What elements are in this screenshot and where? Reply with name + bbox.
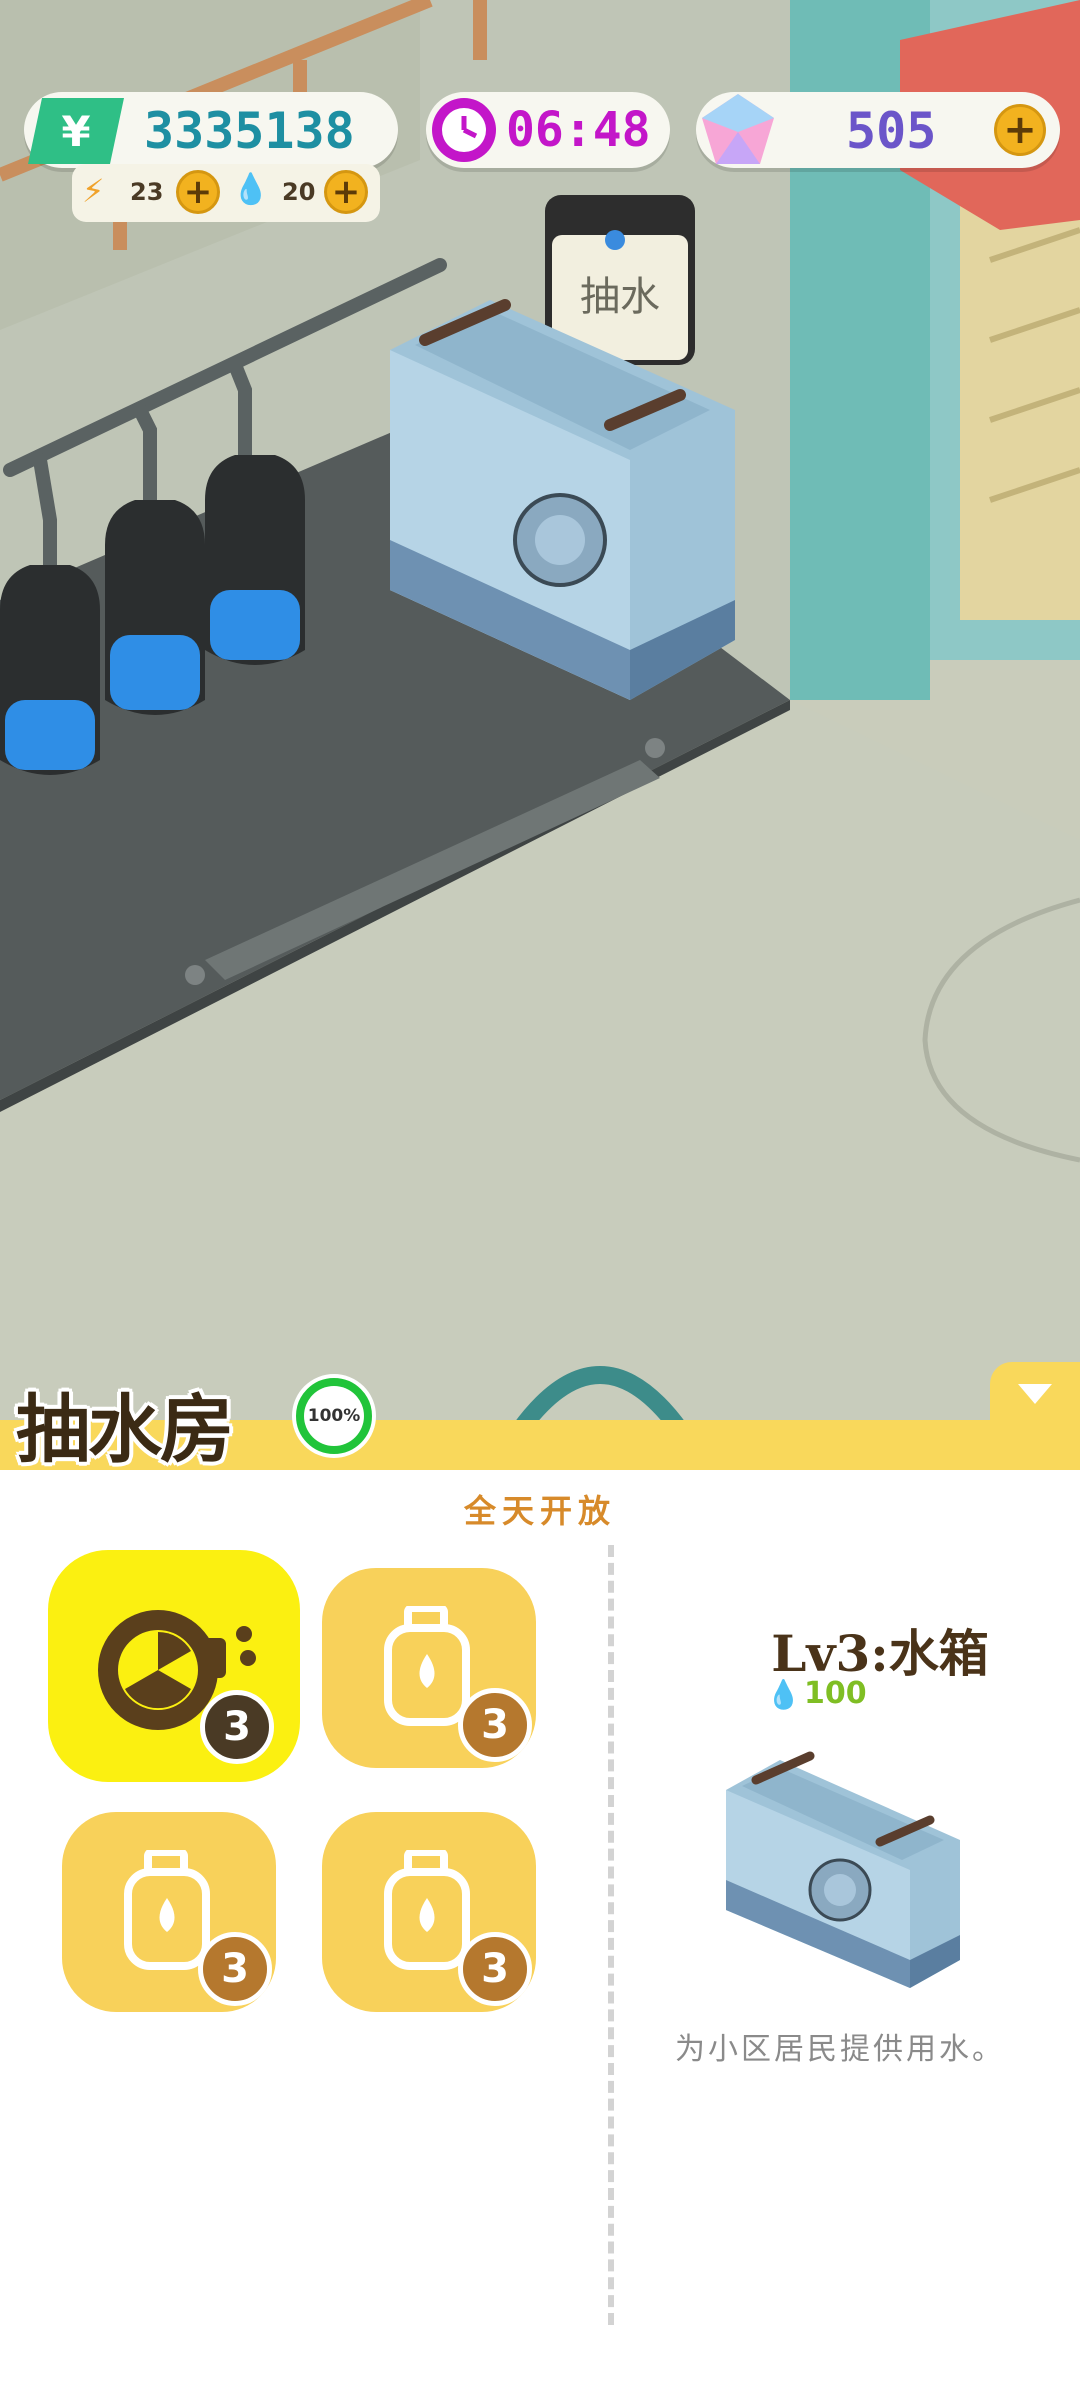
item-level-name: Lv3:水箱 xyxy=(771,1624,989,1683)
svg-text:¥: ¥ xyxy=(61,107,90,156)
gem-value: 505 xyxy=(846,102,937,160)
energy-value: 23 xyxy=(130,178,164,206)
svg-text:抽水: 抽水 xyxy=(580,274,660,320)
item-cost: 100 xyxy=(804,1676,867,1711)
money-icon: ¥ xyxy=(28,98,124,164)
room-progress-badge: 100% xyxy=(292,1374,376,1458)
chevron-down-icon xyxy=(1018,1384,1052,1404)
slot-pump[interactable]: 3 xyxy=(48,1550,300,1782)
water-value: 20 xyxy=(282,178,316,206)
slot-water-bottle-3-count: 3 xyxy=(458,1932,532,2006)
energy-icon: ⚡ xyxy=(82,172,105,210)
water-drop-icon: 💧 xyxy=(232,172,270,207)
room-title: 抽水房 xyxy=(16,1387,234,1473)
slot-pump-count: 3 xyxy=(200,1690,274,1764)
collapse-panel-button[interactable] xyxy=(990,1362,1080,1432)
slot-water-bottle-1[interactable]: 3 xyxy=(322,1568,536,1768)
room-progress-label: 100% xyxy=(304,1386,364,1446)
clock-value: 06:48 xyxy=(506,102,651,158)
add-energy-button[interactable]: + xyxy=(176,170,220,214)
slot-water-bottle-1-count: 3 xyxy=(458,1688,532,1762)
item-description: 为小区居民提供用水。 xyxy=(675,2032,1005,2067)
money-counter[interactable]: ¥ 3335138 xyxy=(24,92,398,168)
water-drop-icon: 💧 xyxy=(766,1678,801,1711)
clock-icon xyxy=(432,98,496,162)
slot-water-bottle-3[interactable]: 3 xyxy=(322,1812,536,2012)
add-water-button[interactable]: + xyxy=(324,170,368,214)
resource-pill: ⚡ 23 + 💧 20 + xyxy=(72,164,380,222)
gem-icon xyxy=(702,94,774,164)
water-tank-image xyxy=(726,1751,960,1988)
money-value: 3335138 xyxy=(144,102,355,160)
game-clock: 06:48 xyxy=(426,92,670,168)
opening-hours: 全天开放 xyxy=(463,1492,616,1530)
gem-counter[interactable]: 505 + xyxy=(696,92,1060,168)
slot-water-bottle-2[interactable]: 3 xyxy=(62,1812,276,2012)
panel-divider xyxy=(608,1545,614,2325)
add-gems-button[interactable]: + xyxy=(994,104,1046,156)
slot-water-bottle-2-count: 3 xyxy=(198,1932,272,2006)
